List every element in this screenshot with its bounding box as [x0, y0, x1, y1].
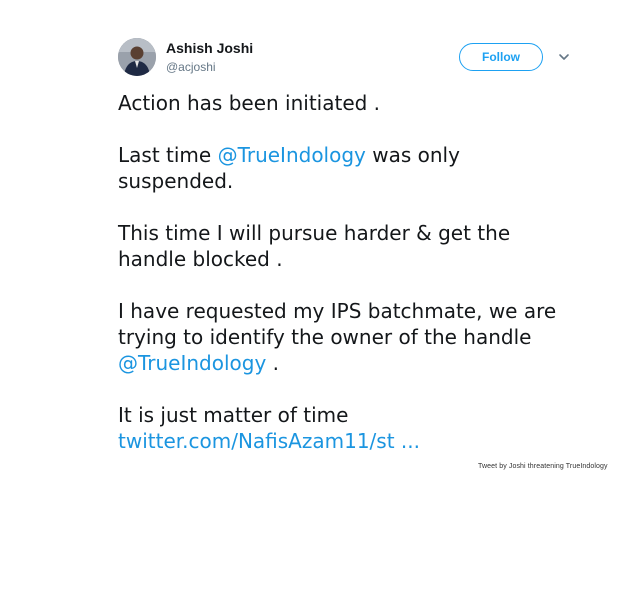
- avatar[interactable]: [118, 38, 156, 76]
- mention-link[interactable]: @TrueIndology: [218, 143, 366, 167]
- display-name[interactable]: Ashish Joshi: [166, 40, 253, 56]
- tweet-card: Ashish Joshi @acjoshi Follow Action has …: [96, 0, 607, 482]
- follow-button[interactable]: Follow: [459, 43, 543, 71]
- tweet-paragraph-4: I have requested my IPS batchmate, we ar…: [118, 298, 578, 376]
- tweet-paragraph-5: It is just matter of time twitter.com/Naf…: [118, 402, 578, 454]
- tweet-paragraph-1: Action has been initiated .: [118, 91, 381, 115]
- tweet-text-segment: I have requested my IPS batchmate, we ar…: [118, 299, 557, 349]
- user-handle[interactable]: @acjoshi: [166, 60, 216, 74]
- tweet-text-segment: Last time: [118, 143, 218, 167]
- mention-link[interactable]: @TrueIndology: [118, 351, 266, 375]
- tweet-text: Action has been initiated . Last time @T…: [118, 90, 578, 454]
- image-caption: Tweet by Joshi threatening TrueIndology: [478, 463, 608, 470]
- tweet-paragraph-3: This time I will pursue harder & get the…: [118, 221, 511, 271]
- tweet-text-segment: It is just matter of time: [118, 403, 349, 427]
- tweet-paragraph-2: Last time @TrueIndology was only suspend…: [118, 142, 578, 194]
- avatar-image: [118, 38, 156, 76]
- chevron-down-icon[interactable]: [557, 50, 571, 64]
- tweet-text-segment: .: [266, 351, 280, 375]
- tweet-url-link[interactable]: twitter.com/NafisAzam11/st ...: [118, 429, 420, 453]
